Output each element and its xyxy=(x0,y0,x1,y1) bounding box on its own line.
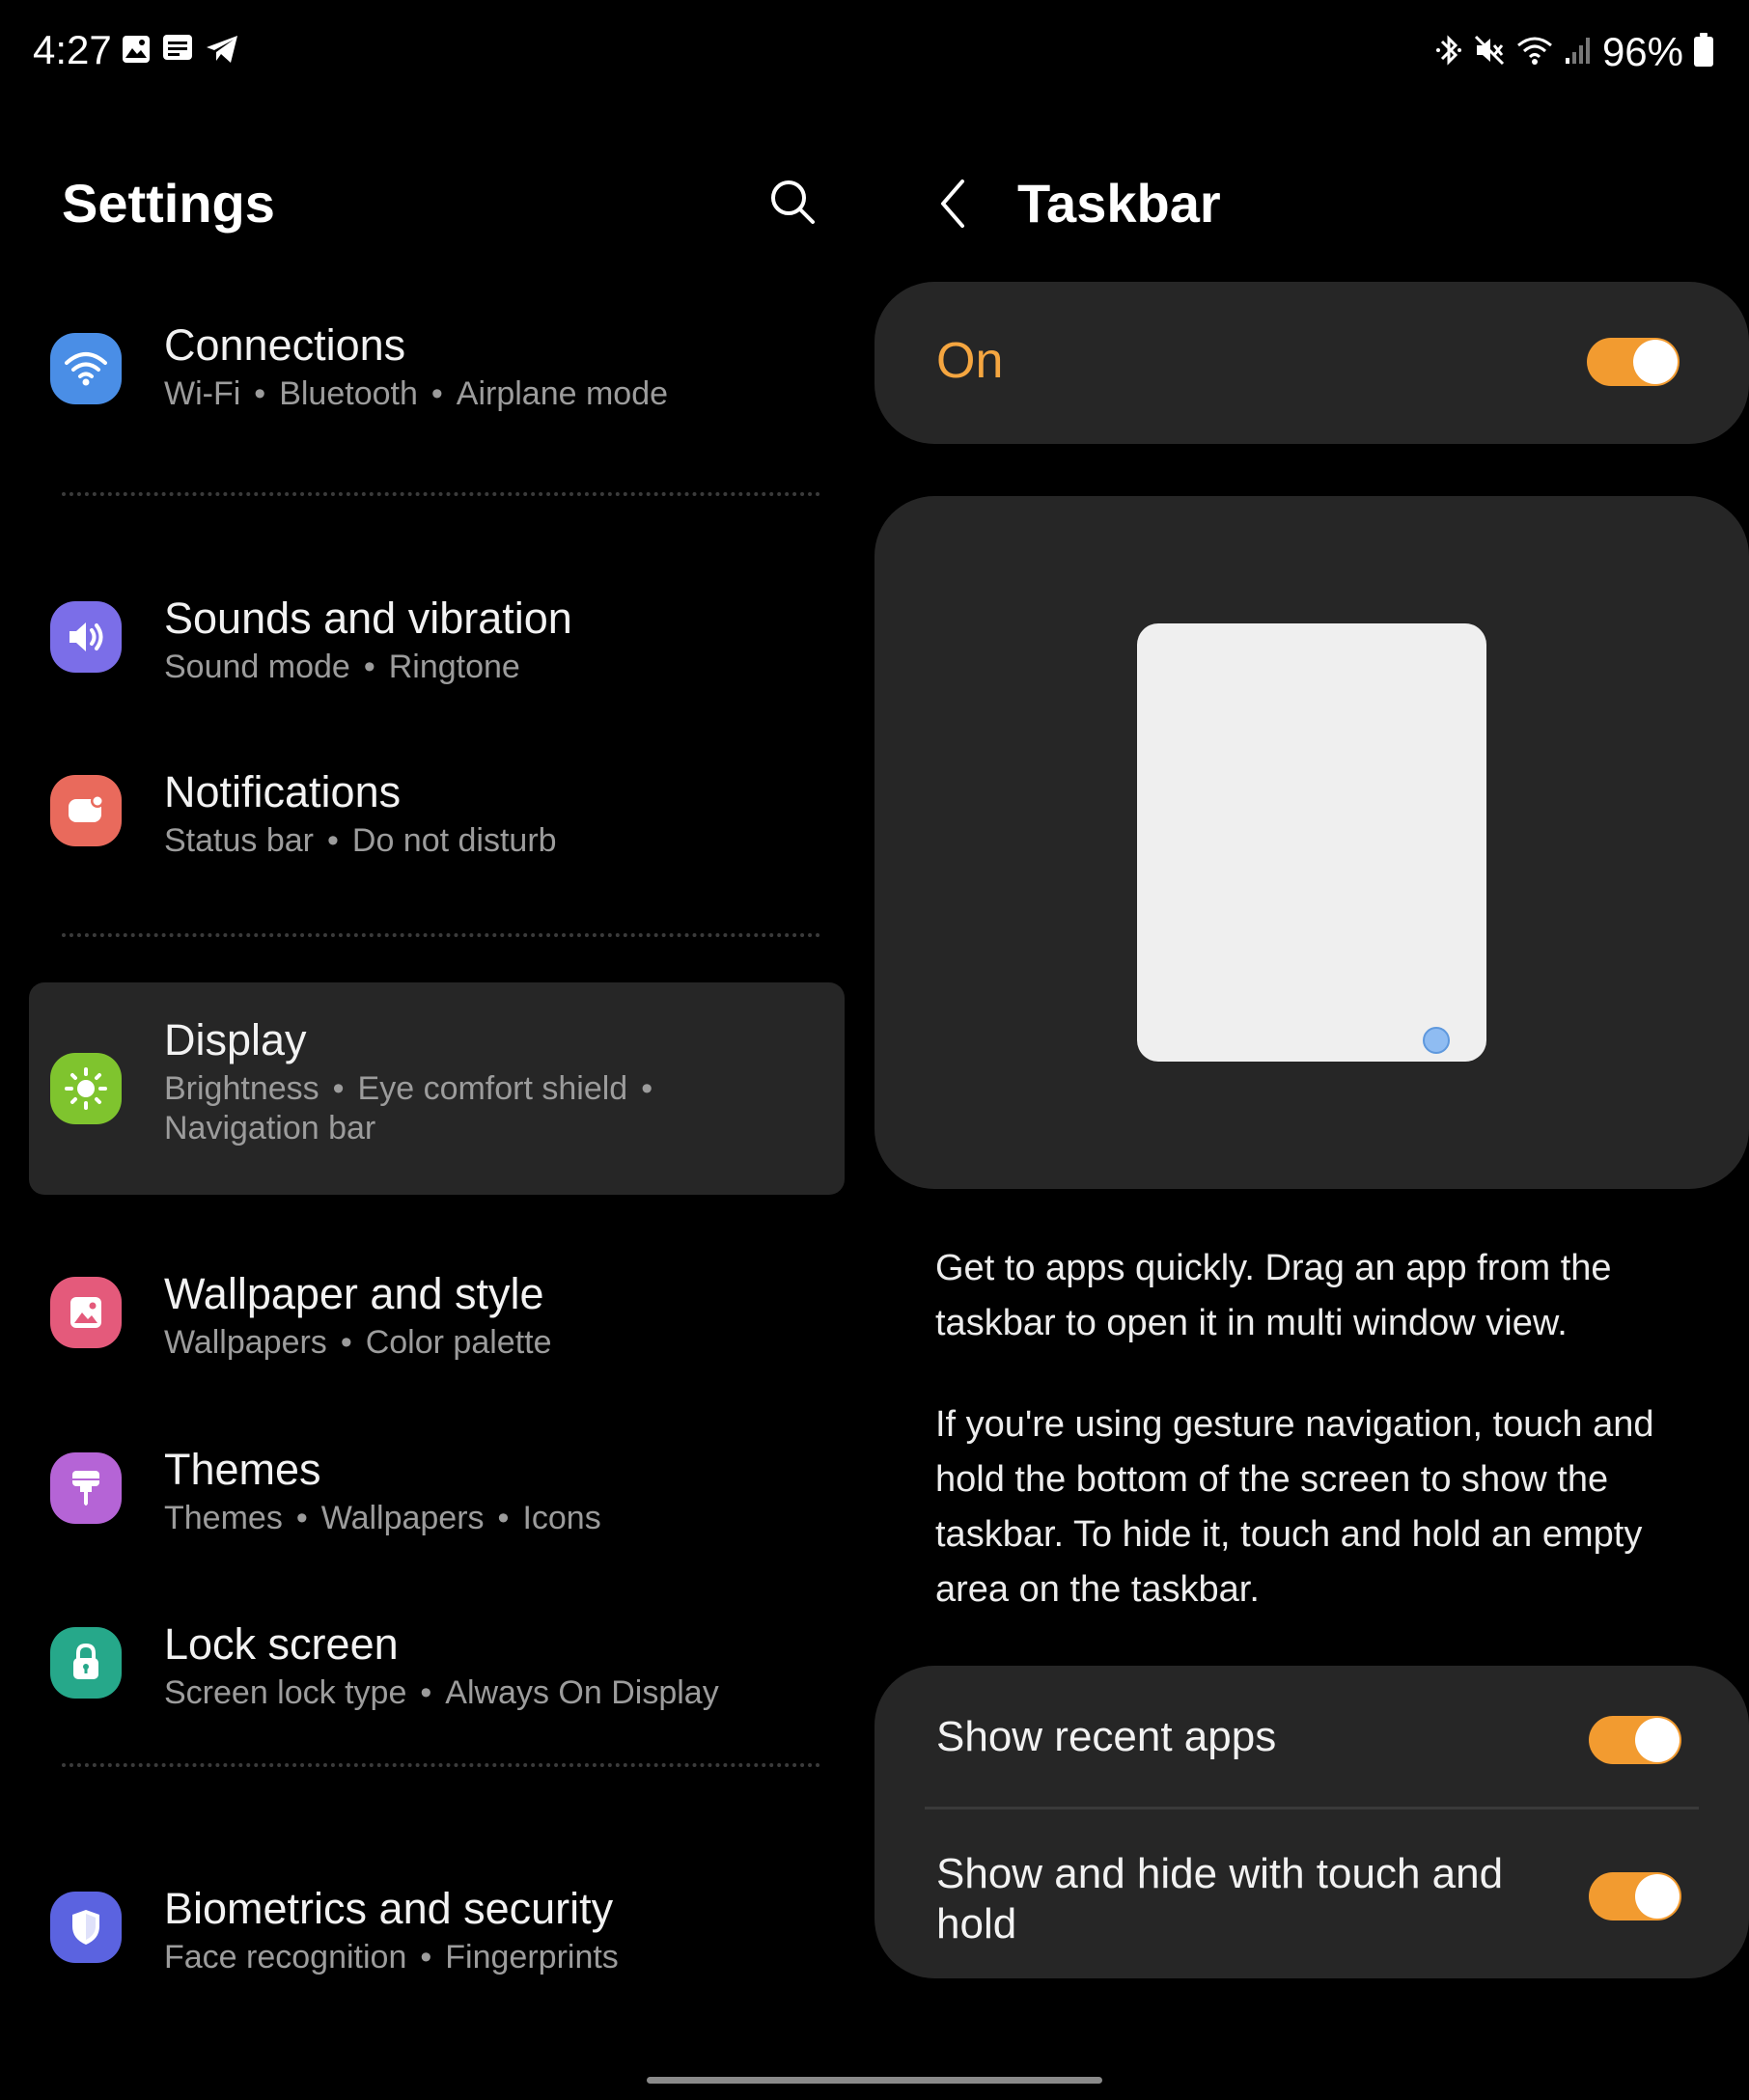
signal-icon xyxy=(1564,35,1593,70)
settings-item-subtitle: Sound mode • Ringtone xyxy=(164,649,520,685)
section-divider xyxy=(62,933,820,937)
toggle-knob xyxy=(1635,1718,1680,1762)
preview-device-screen xyxy=(1137,623,1486,1062)
settings-item-title: Notifications xyxy=(164,767,402,816)
status-bar: 4:27 96% xyxy=(0,0,1749,106)
option-divider xyxy=(925,1807,1699,1810)
toggle-knob xyxy=(1633,340,1678,384)
touch-point-indicator xyxy=(1423,1027,1450,1054)
settings-item-subtitle: Face recognition • Fingerprints xyxy=(164,1939,619,1976)
master-toggle[interactable] xyxy=(1587,338,1680,386)
settings-item-themes[interactable]: Themes Themes • Wallpapers • Icons xyxy=(29,1414,845,1559)
wifi-icon xyxy=(50,333,122,404)
settings-item-title: Display xyxy=(164,1015,307,1064)
notification-icon xyxy=(50,775,122,846)
settings-item-connections[interactable]: Connections Wi-Fi • Bluetooth • Airplane mod… xyxy=(29,299,845,444)
wallpaper-icon xyxy=(50,1277,122,1348)
settings-item-display[interactable]: Display Brightness • Eye comfort shield • Na… xyxy=(29,982,845,1195)
option-label: Show recent apps xyxy=(936,1713,1277,1760)
settings-item-lock-screen[interactable]: Lock screen Screen lock type • Always On D… xyxy=(29,1589,845,1733)
settings-item-subtitle: Brightness • Eye comfort shield • Navigation… xyxy=(164,1070,653,1147)
gallery-icon xyxy=(122,35,151,69)
status-time: 4:27 xyxy=(33,27,112,72)
toggle-knob xyxy=(1635,1874,1680,1919)
sun-icon xyxy=(50,1053,122,1124)
settings-item-subtitle: Screen lock type • Always On Display xyxy=(164,1674,719,1711)
search-button[interactable] xyxy=(763,172,822,232)
settings-list-pane: Settings Connections Wi-Fi • Bluetooth • Air… xyxy=(0,106,849,2036)
show-recent-apps-toggle[interactable] xyxy=(1589,1716,1681,1764)
settings-item-title: Biometrics and security xyxy=(164,1884,614,1933)
options-card: Show recent apps Show and hide with touc… xyxy=(874,1666,1749,1978)
settings-item-sounds[interactable]: Sounds and vibration Sound mode • Ringtone xyxy=(29,565,845,709)
settings-item-title: Wallpaper and style xyxy=(164,1269,544,1318)
settings-item-biometrics[interactable]: Biometrics and security Face recognition… xyxy=(29,1855,845,2000)
system-status: 96% xyxy=(1434,29,1714,75)
shield-icon xyxy=(50,1892,122,1963)
bluetooth-icon xyxy=(1434,33,1463,72)
telegram-icon xyxy=(205,34,239,69)
back-button[interactable] xyxy=(929,170,977,237)
section-divider xyxy=(62,1763,820,1767)
settings-item-notifications[interactable]: Notifications Status bar • Do not disturb xyxy=(29,738,845,883)
settings-item-title: Sounds and vibration xyxy=(164,594,572,643)
notification-icons xyxy=(122,34,239,69)
battery-icon xyxy=(1693,32,1714,72)
detail-title: Taskbar xyxy=(1017,173,1221,234)
master-switch-label: On xyxy=(936,333,1004,389)
settings-item-title: Connections xyxy=(164,320,406,370)
option-label: Show and hide with touch and hold xyxy=(936,1850,1504,1948)
settings-item-subtitle: Themes • Wallpapers • Icons xyxy=(164,1500,601,1536)
settings-item-wallpaper[interactable]: Wallpaper and style Wallpapers • Color pal… xyxy=(29,1240,845,1385)
message-icon xyxy=(162,34,193,69)
taskbar-preview-card xyxy=(874,496,1749,1189)
description-paragraph: Get to apps quickly. Drag an app from th… xyxy=(935,1248,1612,1343)
home-indicator[interactable] xyxy=(647,2077,1102,2084)
settings-item-subtitle: Wallpapers • Color palette xyxy=(164,1324,552,1361)
settings-item-title: Themes xyxy=(164,1445,321,1494)
master-switch-card[interactable]: On xyxy=(874,282,1749,444)
show-hide-touch-hold-toggle[interactable] xyxy=(1589,1872,1681,1920)
back-arrow-icon xyxy=(941,180,964,228)
wifi-icon xyxy=(1515,34,1554,71)
lock-icon xyxy=(50,1627,122,1699)
settings-item-title: Lock screen xyxy=(164,1619,399,1669)
brush-icon xyxy=(50,1452,122,1524)
section-divider xyxy=(62,492,820,496)
volume-icon xyxy=(50,601,122,673)
settings-item-subtitle: Wi-Fi • Bluetooth • Airplane mode xyxy=(164,375,669,412)
page-title: Settings xyxy=(62,173,275,234)
mute-icon xyxy=(1473,34,1506,71)
settings-item-subtitle: Status bar • Do not disturb xyxy=(164,822,557,859)
battery-percent: 96% xyxy=(1601,29,1683,74)
search-icon xyxy=(771,180,815,224)
description-paragraph: If you're using gesture navigation, touc… xyxy=(935,1404,1654,1610)
